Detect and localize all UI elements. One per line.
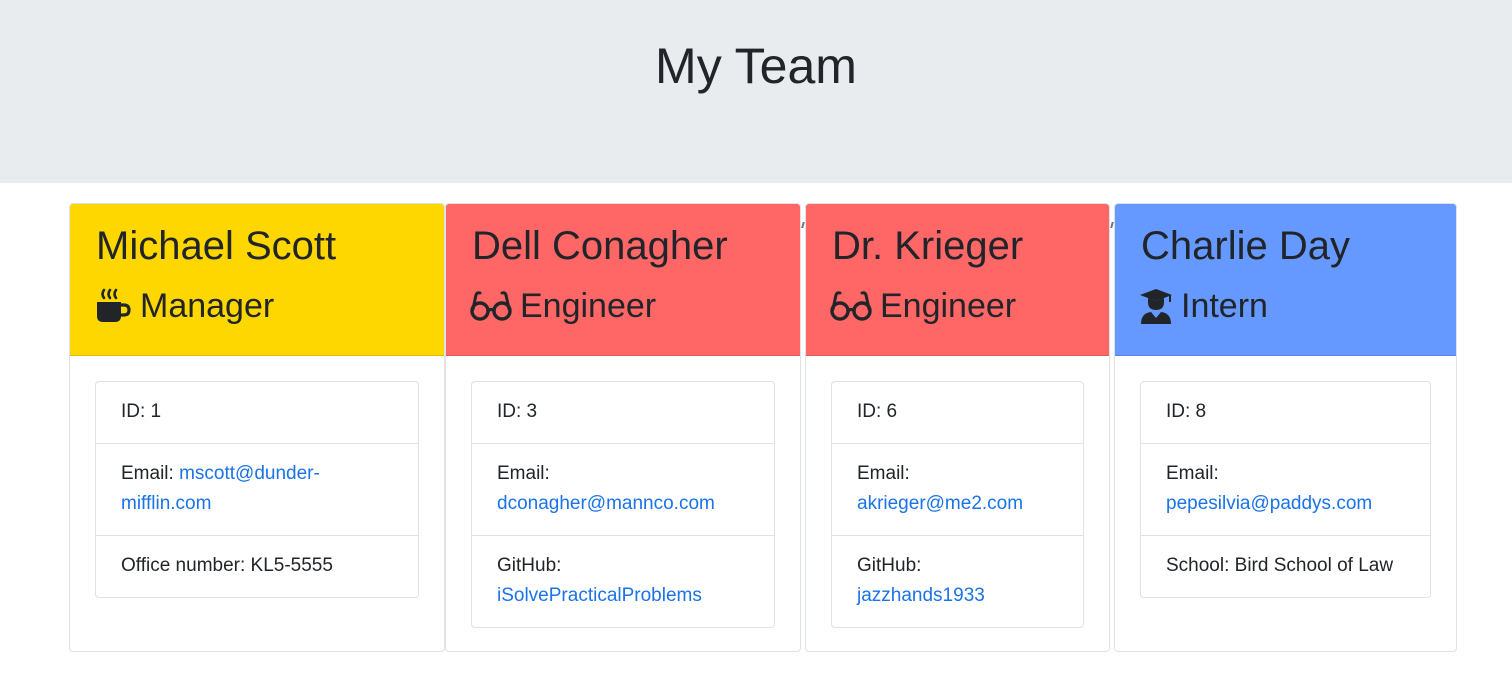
employee-name: Michael Scott (96, 224, 337, 268)
graduate-icon (1139, 287, 1173, 325)
id-label: ID: 6 (857, 401, 898, 422)
email-link[interactable]: pepesilvia@paddys.com (1166, 493, 1372, 514)
github-item: GitHub: jazzhands1933 (832, 535, 1083, 627)
id-label: ID: 1 (121, 401, 162, 422)
office-number-item: Office number: KL5-5555 (96, 535, 418, 597)
role-label: Intern (1181, 286, 1268, 325)
employee-role: Manager (94, 284, 274, 328)
employee-name: Charlie Day (1141, 224, 1350, 268)
card-header: Charlie Day Intern (1115, 204, 1456, 356)
id-item: ID: 6 (832, 382, 1083, 443)
github-link[interactable]: jazzhands1933 (857, 585, 985, 606)
page-title: My Team (655, 38, 857, 94)
coffee-mug-icon (94, 287, 132, 325)
github-link[interactable]: iSolvePracticalProblems (497, 585, 702, 606)
page-header: My Team (0, 0, 1512, 183)
employee-role: Intern (1139, 284, 1268, 328)
employee-details: ID: 8 Email: pepesilvia@paddys.com Schoo… (1140, 381, 1431, 598)
glasses-icon (470, 289, 512, 323)
email-label: Email: (857, 463, 910, 484)
employee-details: ID: 1 Email: mscott@dunder-mifflin.com O… (95, 381, 419, 598)
role-label: Manager (140, 286, 275, 325)
github-label: GitHub: (497, 555, 562, 576)
role-label: Engineer (520, 286, 657, 325)
employee-name: Dr. Krieger (832, 224, 1024, 268)
school-label: School: Bird School of Law (1166, 555, 1394, 576)
card-header: Michael Scott Manager (70, 204, 444, 356)
email-item: Email: akrieger@me2.com (832, 443, 1083, 535)
role-label: Engineer (880, 286, 1017, 325)
employee-card-engineer: Dell Conagher Engineer ID: 3 Email: dcon… (445, 203, 801, 652)
card-header: Dell Conagher Engineer (446, 204, 800, 356)
github-item: GitHub: iSolvePracticalProblems (472, 535, 774, 627)
employee-role: Engineer (470, 284, 656, 328)
id-item: ID: 1 (96, 382, 418, 443)
employee-card-engineer: Dr. Krieger Engineer ID: 6 Email: akrieg… (805, 203, 1110, 652)
id-label: ID: 3 (497, 401, 538, 422)
employee-name: Dell Conagher (472, 224, 728, 268)
id-item: ID: 3 (472, 382, 774, 443)
email-link[interactable]: dconagher@mannco.com (497, 493, 715, 514)
employee-details: ID: 6 Email: akrieger@me2.com GitHub: ja… (831, 381, 1084, 628)
email-item: Email: pepesilvia@paddys.com (1141, 443, 1430, 535)
github-label: GitHub: (857, 555, 922, 576)
employee-role: Engineer (830, 284, 1016, 328)
school-item: School: Bird School of Law (1141, 535, 1430, 597)
email-label: Email: (121, 463, 180, 484)
employee-card-intern: Charlie Day Intern ID: 8 Email: pepesilv… (1114, 203, 1457, 652)
email-label: Email: (1166, 463, 1219, 484)
glasses-icon (830, 289, 872, 323)
id-item: ID: 8 (1141, 382, 1430, 443)
email-item: Email: mscott@dunder-mifflin.com (96, 443, 418, 535)
employee-card-manager: Michael Scott Manager ID: 1 Email: mscot… (69, 203, 445, 652)
employee-details: ID: 3 Email: dconagher@mannco.com GitHub… (471, 381, 775, 628)
email-label: Email: (497, 463, 550, 484)
email-link[interactable]: akrieger@me2.com (857, 493, 1023, 514)
email-item: Email: dconagher@mannco.com (472, 443, 774, 535)
id-label: ID: 8 (1166, 401, 1207, 422)
office-number-label: Office number: KL5-5555 (121, 555, 333, 576)
card-header: Dr. Krieger Engineer (806, 204, 1109, 356)
